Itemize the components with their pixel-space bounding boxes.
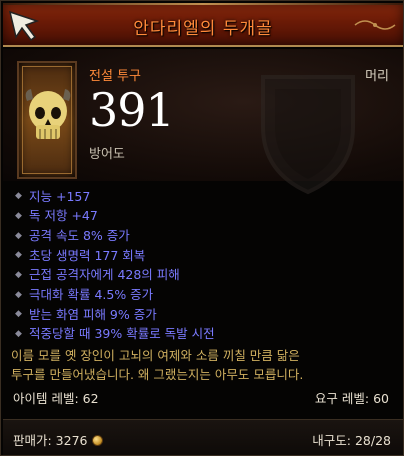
armor-value: 391 [89, 83, 175, 137]
requirements-row: 아이템 레벨: 62 요구 레벨: 60 [11, 388, 391, 406]
armor-label: 방어도 [89, 147, 125, 162]
stat-line: ◆ 독 저항 +47 [15, 207, 395, 227]
stat-line: ◆ 받는 화염 피해 9% 증가 [15, 305, 395, 325]
item-name: 안다리엘의 두개골 [133, 19, 273, 39]
sell-value: 판매가: 3276 [13, 430, 103, 449]
stat-list: ◆ 지능 +157 ◆ 독 저항 +47 ◆ 공격 속도 8% 증가 ◆ 초당 생명력 … [15, 187, 395, 345]
stat-text: 받는 화염 피해 9% 증가 [29, 306, 157, 322]
stat-line: ◆ 공격 속도 8% 증가 [15, 226, 395, 246]
skull-helm-icon [25, 89, 71, 139]
stat-text: 적중당할 때 39% 확률로 독발 시전 [29, 326, 215, 342]
diamond-bullet-icon: ◆ [15, 250, 22, 261]
gold-coin-icon [91, 435, 103, 446]
diamond-bullet-icon: ◆ [15, 211, 22, 222]
diamond-bullet-icon: ◆ [15, 309, 22, 320]
durability: 내구도: 28/28 [312, 433, 391, 448]
item-tooltip: 안다리엘의 두개골 전설 투구 머리 391 방어도 ◆ 지능 +157 ◆ 독… [0, 0, 404, 456]
diamond-bullet-icon: ◆ [15, 191, 22, 202]
stat-line: ◆ 지능 +157 [15, 187, 395, 207]
stat-line: ◆ 근접 공격자에게 428의 피해 [15, 266, 395, 286]
title-bar: 안다리엘의 두개골 [3, 3, 403, 47]
sell-value-text: 판매가: 3276 [13, 433, 88, 448]
stat-text: 초당 생명력 177 회복 [29, 247, 146, 263]
tooltip-footer: 판매가: 3276 내구도: 28/28 [3, 419, 403, 455]
stat-text: 극대화 확률 4.5% 증가 [29, 287, 154, 303]
diamond-bullet-icon: ◆ [15, 289, 22, 300]
item-slot: 머리 [365, 69, 389, 84]
diamond-bullet-icon: ◆ [15, 329, 22, 340]
ornament-icon [354, 20, 396, 30]
item-level: 아이템 레벨: 62 [13, 391, 99, 406]
stat-text: 독 저항 +47 [29, 208, 98, 224]
stat-line: ◆ 초당 생명력 177 회복 [15, 246, 395, 266]
shield-icon [261, 75, 355, 195]
stat-text: 공격 속도 8% 증가 [29, 227, 130, 243]
item-type: 전설 투구 [89, 69, 141, 84]
required-level: 요구 레벨: 60 [314, 391, 389, 406]
diamond-bullet-icon: ◆ [15, 270, 22, 281]
stat-text: 지능 +157 [29, 188, 91, 204]
flavor-line-1: 이름 모를 옛 장인이 고뇌의 여제와 소름 끼칠 만큼 닮은 [11, 348, 300, 363]
stat-line: ◆ 극대화 확률 4.5% 증가 [15, 285, 395, 305]
stat-text: 근접 공격자에게 428의 피해 [29, 267, 180, 283]
flavor-text: 이름 모를 옛 장인이 고뇌의 여제와 소름 끼칠 만큼 닮은 투구를 만들어냈… [11, 346, 399, 384]
flavor-line-2: 투구를 만들어냈습니다. 왜 그랬는지는 아무도 모릅니다. [11, 367, 304, 382]
item-header: 전설 투구 머리 391 방어도 [3, 49, 403, 195]
diamond-bullet-icon: ◆ [15, 230, 22, 241]
stat-line: ◆ 적중당할 때 39% 확률로 독발 시전 [15, 325, 395, 345]
